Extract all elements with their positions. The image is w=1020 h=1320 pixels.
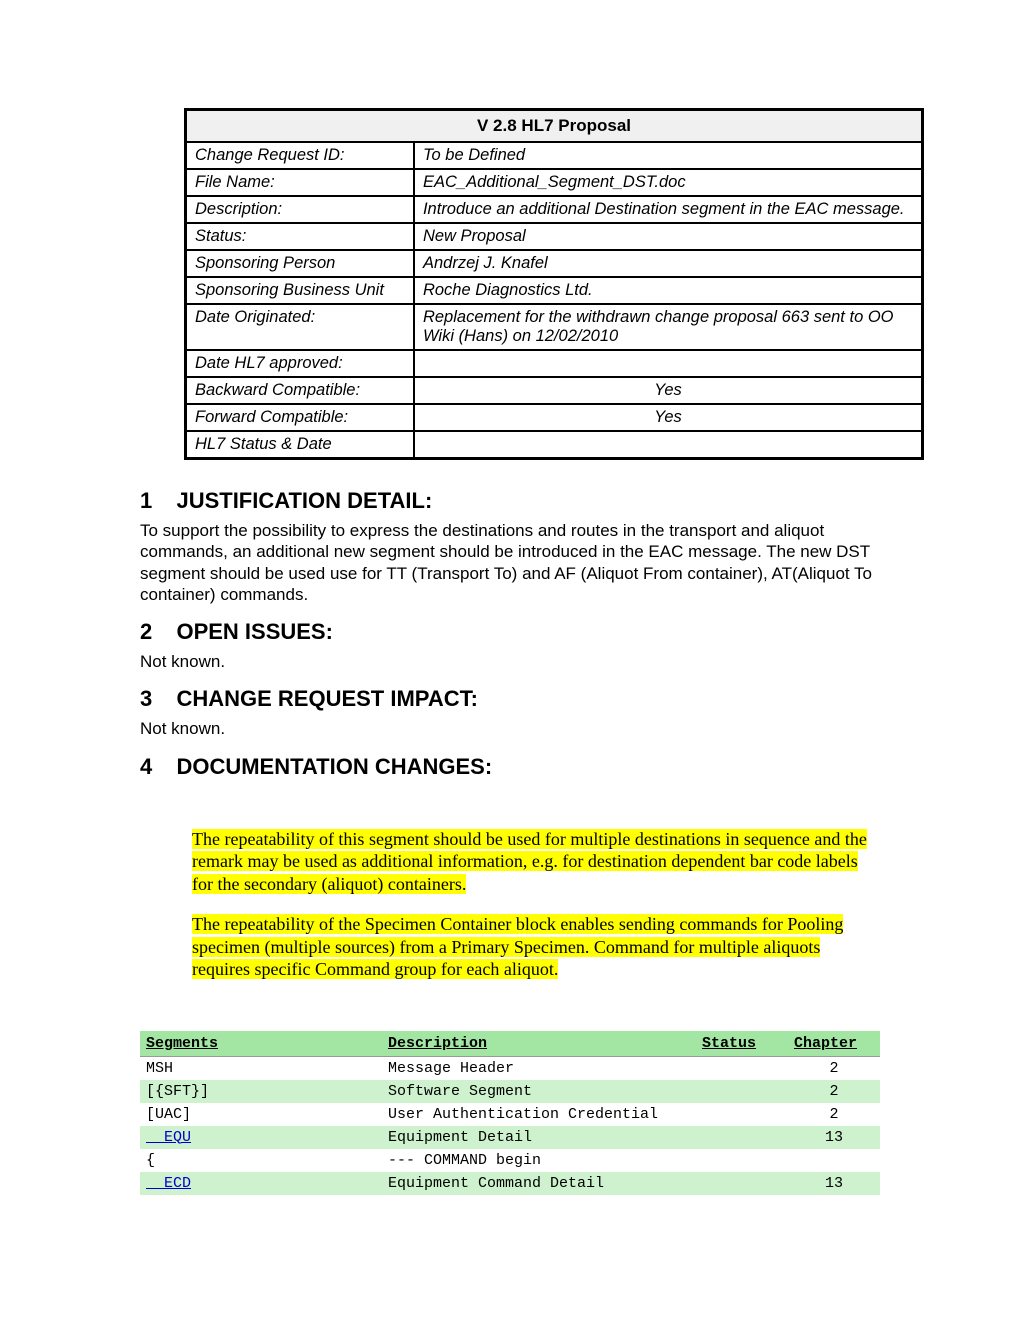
col-chapter: Chapter	[788, 1031, 880, 1057]
section-body: Not known.	[140, 651, 880, 672]
status-cell	[696, 1103, 788, 1126]
meta-value: EAC_Additional_Segment_DST.doc	[414, 169, 923, 196]
meta-label: Sponsoring Person	[186, 250, 414, 277]
section-number: 4	[140, 754, 172, 780]
segment-cell: [UAC]	[140, 1103, 382, 1126]
col-description: Description	[382, 1031, 696, 1057]
section-title: CHANGE REQUEST IMPACT:	[176, 686, 478, 712]
table-row: ECD Equipment Command Detail 13	[140, 1172, 880, 1195]
meta-value: New Proposal	[414, 223, 923, 250]
meta-value: To be Defined	[414, 142, 923, 169]
highlighted-notes: The repeatability of this segment should…	[192, 828, 880, 981]
chapter-cell: 2	[788, 1080, 880, 1103]
description-cell: Message Header	[382, 1056, 696, 1080]
meta-label: Sponsoring Business Unit	[186, 277, 414, 304]
section-open-issues: 2 OPEN ISSUES:	[140, 619, 880, 645]
meta-value: Andrzej J. Knafel	[414, 250, 923, 277]
status-cell	[696, 1056, 788, 1080]
segment-cell: MSH	[140, 1056, 382, 1080]
section-number: 3	[140, 686, 172, 712]
section-body: To support the possibility to express th…	[140, 520, 880, 605]
section-justification: 1 JUSTIFICATION DETAIL:	[140, 488, 880, 514]
table-row: [UAC]User Authentication Credential 2	[140, 1103, 880, 1126]
col-segments: Segments	[140, 1031, 382, 1057]
section-title: DOCUMENTATION CHANGES:	[176, 754, 492, 780]
segment-link[interactable]: ECD	[146, 1175, 191, 1192]
chapter-cell: 2	[788, 1103, 880, 1126]
meta-value: Roche Diagnostics Ltd.	[414, 277, 923, 304]
meta-value: Introduce an additional Destination segm…	[414, 196, 923, 223]
meta-value	[414, 350, 923, 377]
status-cell	[696, 1172, 788, 1195]
description-cell: User Authentication Credential	[382, 1103, 696, 1126]
meta-value	[414, 431, 923, 459]
segment-cell: EQU	[140, 1126, 382, 1149]
status-cell	[696, 1149, 788, 1172]
section-body: Not known.	[140, 718, 880, 739]
segment-link[interactable]: EQU	[146, 1129, 191, 1146]
meta-label: HL7 Status & Date	[186, 431, 414, 459]
section-title: JUSTIFICATION DETAIL:	[176, 488, 432, 514]
meta-label: Date HL7 approved:	[186, 350, 414, 377]
section-doc-changes: 4 DOCUMENTATION CHANGES:	[140, 754, 880, 780]
chapter-cell	[788, 1149, 880, 1172]
chapter-cell: 2	[788, 1056, 880, 1080]
meta-label: Forward Compatible:	[186, 404, 414, 431]
status-cell	[696, 1126, 788, 1149]
segment-cell: [{SFT}]	[140, 1080, 382, 1103]
chapter-cell: 13	[788, 1172, 880, 1195]
highlight-p2: The repeatability of the Specimen Contai…	[192, 914, 843, 979]
table-row: MSHMessage Header 2	[140, 1056, 880, 1080]
meta-label: Date Originated:	[186, 304, 414, 350]
description-cell: Equipment Command Detail	[382, 1172, 696, 1195]
segments-table: Segments Description Status Chapter MSHM…	[140, 1031, 880, 1195]
description-cell: Equipment Detail	[382, 1126, 696, 1149]
highlight-p1: The repeatability of this segment should…	[192, 829, 867, 894]
meta-label: Description:	[186, 196, 414, 223]
meta-label: Status:	[186, 223, 414, 250]
meta-value: Yes	[414, 377, 923, 404]
section-change-impact: 3 CHANGE REQUEST IMPACT:	[140, 686, 880, 712]
status-cell	[696, 1080, 788, 1103]
table-row: {--- COMMAND begin	[140, 1149, 880, 1172]
segment-cell: ECD	[140, 1172, 382, 1195]
meta-title: V 2.8 HL7 Proposal	[186, 110, 923, 143]
section-title: OPEN ISSUES:	[176, 619, 332, 645]
chapter-cell: 13	[788, 1126, 880, 1149]
section-number: 1	[140, 488, 172, 514]
meta-label: File Name:	[186, 169, 414, 196]
table-row: [{SFT}]Software Segment 2	[140, 1080, 880, 1103]
section-number: 2	[140, 619, 172, 645]
segment-cell: {	[140, 1149, 382, 1172]
meta-value: Yes	[414, 404, 923, 431]
meta-value: Replacement for the withdrawn change pro…	[414, 304, 923, 350]
description-cell: Software Segment	[382, 1080, 696, 1103]
meta-label: Change Request ID:	[186, 142, 414, 169]
table-row: EQU Equipment Detail 13	[140, 1126, 880, 1149]
col-status: Status	[696, 1031, 788, 1057]
description-cell: --- COMMAND begin	[382, 1149, 696, 1172]
proposal-meta-table: V 2.8 HL7 Proposal Change Request ID:To …	[184, 108, 924, 460]
meta-label: Backward Compatible:	[186, 377, 414, 404]
